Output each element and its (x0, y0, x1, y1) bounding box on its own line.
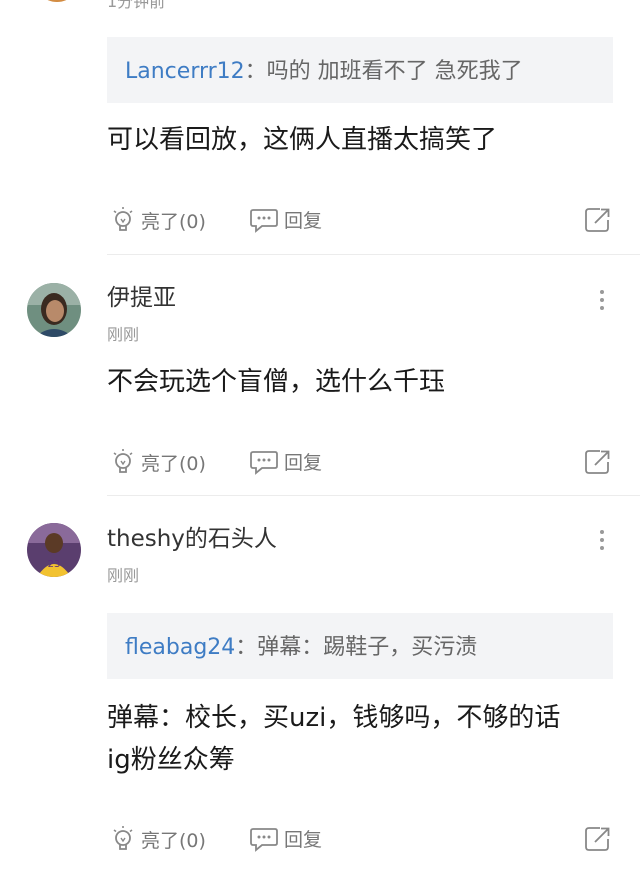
like-label: 亮了(0) (141, 452, 206, 475)
quoted-content: ：吗的 加班看不了 急死我了 (244, 59, 523, 84)
comment-time: 刚刚 (107, 566, 140, 585)
avatar[interactable] (34, 0, 80, 2)
quoted-reply[interactable]: Lancerrr12：吗的 加班看不了 急死我了 (107, 37, 613, 103)
more-options-icon[interactable] (592, 527, 612, 553)
quoted-username[interactable]: fleabag24 (125, 635, 235, 660)
reply-button[interactable]: 回复 (249, 448, 322, 475)
reply-label: 回复 (284, 829, 323, 851)
svg-text:23: 23 (48, 559, 61, 570)
comment-icon (250, 208, 278, 233)
lightbulb-icon (113, 207, 133, 231)
share-button[interactable] (583, 825, 611, 857)
comment-body: 可以看回放，这俩人直播太搞笑了 (107, 125, 498, 155)
divider (107, 254, 640, 255)
comment-time: 1分钟前 (107, 0, 166, 11)
divider (107, 495, 640, 496)
avatar-image (27, 283, 81, 337)
quoted-reply-text: fleabag24：弹幕：踢鞋子，买污渍 (125, 633, 477, 663)
comment-body-line-2: ig粉丝众筹 (107, 745, 235, 775)
like-label: 亮了(0) (141, 210, 206, 233)
comment-actions: 亮了(0) 回复 (107, 825, 627, 861)
more-options-icon[interactable] (592, 287, 612, 313)
reply-button[interactable]: 回复 (249, 825, 322, 852)
comment-body: 不会玩选个盲僧，选什么千珏 (107, 367, 446, 397)
username[interactable]: 伊提亚 (107, 283, 176, 313)
comment-time: 刚刚 (107, 325, 140, 344)
quoted-username[interactable]: Lancerrr12 (125, 59, 245, 84)
avatar[interactable] (27, 283, 81, 337)
username[interactable]: theshy的石头人 (107, 524, 277, 554)
reply-button[interactable]: 回复 (249, 206, 322, 233)
reply-label: 回复 (284, 210, 323, 232)
like-button[interactable]: 亮了(0) (111, 448, 206, 476)
lightbulb-icon (113, 449, 133, 473)
comment-body-line-1: 弹幕：校长，买uzi，钱够吗，不够的话 (107, 703, 561, 733)
comment-icon (250, 450, 278, 475)
comment-actions: 亮了(0) 回复 (107, 448, 627, 484)
lightbulb-icon (113, 826, 133, 850)
share-icon (585, 827, 610, 851)
like-label: 亮了(0) (141, 829, 206, 852)
like-button[interactable]: 亮了(0) (111, 206, 206, 234)
like-button[interactable]: 亮了(0) (111, 825, 206, 853)
avatar-image: 23 (27, 523, 81, 577)
quoted-content: ：弹幕：踢鞋子，买污渍 (235, 635, 478, 660)
quoted-reply[interactable]: fleabag24：弹幕：踢鞋子，买污渍 (107, 613, 613, 679)
quoted-reply-text: Lancerrr12：吗的 加班看不了 急死我了 (125, 57, 523, 87)
comment-actions: 亮了(0) 回复 (107, 206, 627, 242)
comment-icon (250, 827, 278, 852)
share-button[interactable] (583, 448, 611, 480)
reply-label: 回复 (284, 452, 323, 474)
share-icon (585, 450, 610, 474)
avatar[interactable]: 23 (27, 523, 81, 577)
share-icon (585, 208, 610, 232)
share-button[interactable] (583, 206, 611, 238)
